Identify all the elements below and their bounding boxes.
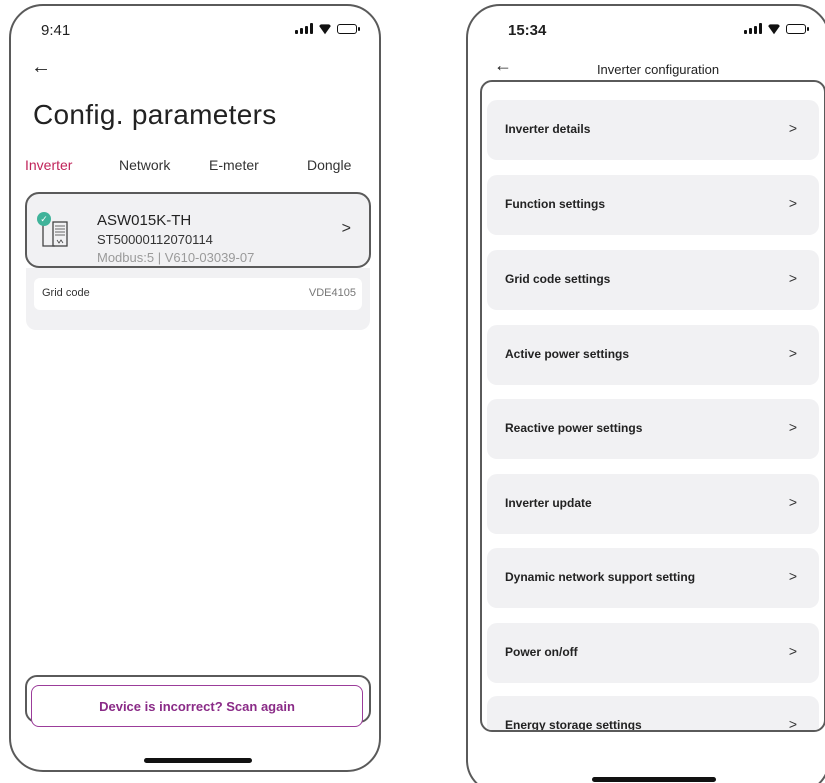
chevron-right-icon: > (788, 345, 797, 361)
menu-item-function-settings[interactable]: Function settings > (487, 175, 819, 235)
chevron-right-icon: > (341, 220, 351, 237)
menu-item-energy-storage-settings[interactable]: Energy storage settings > (487, 696, 819, 732)
status-time: 15:34 (508, 22, 547, 39)
status-bar: 9:41 (11, 6, 379, 46)
signal-icon (744, 23, 762, 34)
status-icons (295, 23, 360, 34)
battery-icon (337, 24, 360, 34)
menu-item-label: Dynamic network support setting (505, 570, 696, 584)
status-icons (744, 23, 809, 34)
menu-item-label: Function settings (505, 197, 605, 211)
menu-item-label: Reactive power settings (505, 421, 643, 435)
menu-item-label: Grid code settings (505, 272, 611, 286)
chevron-right-icon: > (788, 270, 797, 286)
chevron-right-icon: > (788, 419, 797, 435)
signal-icon (295, 23, 313, 34)
menu-item-label: Energy storage settings (505, 718, 642, 732)
back-arrow-icon[interactable]: ← (494, 55, 512, 76)
page-title: Config. parameters (33, 99, 277, 130)
tab-e-meter[interactable]: E-meter (209, 157, 259, 173)
home-indicator (144, 758, 252, 763)
grid-code-label: Grid code (42, 287, 90, 299)
grid-code-row: Grid code VDE4105 (34, 278, 362, 310)
menu-item-dynamic-network-support[interactable]: Dynamic network support setting > (487, 548, 819, 608)
scan-again-button[interactable]: Device is incorrect? Scan again (31, 685, 363, 727)
chevron-right-icon: > (788, 494, 797, 510)
tab-inverter[interactable]: Inverter (25, 157, 72, 173)
chevron-right-icon: > (788, 120, 797, 136)
tab-network[interactable]: Network (119, 157, 170, 173)
menu-item-active-power-settings[interactable]: Active power settings > (487, 325, 819, 385)
menu-item-power-on-off[interactable]: Power on/off > (487, 623, 819, 683)
check-icon: ✓ (37, 212, 51, 226)
device-model: ASW015K-TH (97, 212, 192, 229)
grid-code-value: VDE4105 (308, 287, 356, 299)
home-indicator (592, 777, 716, 782)
menu-item-label: Inverter details (505, 122, 591, 136)
menu-item-reactive-power-settings[interactable]: Reactive power settings > (487, 399, 819, 459)
menu-item-inverter-details[interactable]: Inverter details > (487, 100, 819, 160)
chevron-right-icon: > (788, 643, 797, 659)
menu-item-label: Inverter update (505, 496, 592, 510)
tab-dongle[interactable]: Dongle (307, 157, 351, 173)
settings-menu: Inverter details > Function settings > G… (480, 80, 825, 732)
battery-icon (786, 24, 809, 34)
menu-item-inverter-update[interactable]: Inverter update > (487, 474, 819, 534)
page-title: Inverter configuration (596, 62, 720, 77)
back-arrow-icon[interactable]: ← (31, 56, 51, 79)
menu-item-label: Active power settings (505, 347, 630, 361)
chevron-right-icon: > (788, 195, 797, 211)
chevron-right-icon: > (788, 716, 797, 732)
inverter-icon: ✓ (37, 212, 71, 250)
status-bar: 15:34 (468, 6, 825, 46)
chevron-right-icon: > (788, 568, 797, 584)
right-phone-screen: 15:34 ← Inverter configuration Inverter … (466, 4, 825, 783)
device-serial: ST50000112070114 (97, 232, 213, 247)
left-phone-screen: 9:41 ← Config. parameters Inverter Netwo… (9, 4, 381, 772)
device-meta: Modbus:5 | V610-03039-07 (97, 250, 255, 265)
config-tabs: Inverter Network E-meter Dongle (11, 157, 379, 179)
wifi-icon (318, 23, 332, 34)
grid-code-panel: Grid code VDE4105 (26, 268, 370, 330)
status-time: 9:41 (41, 22, 71, 39)
menu-item-grid-code-settings[interactable]: Grid code settings > (487, 250, 819, 310)
wifi-icon (767, 23, 781, 34)
menu-item-label: Power on/off (505, 645, 578, 659)
device-card[interactable]: ✓ ASW015K-TH ST50000112070114 Modbus:5 |… (25, 192, 371, 268)
